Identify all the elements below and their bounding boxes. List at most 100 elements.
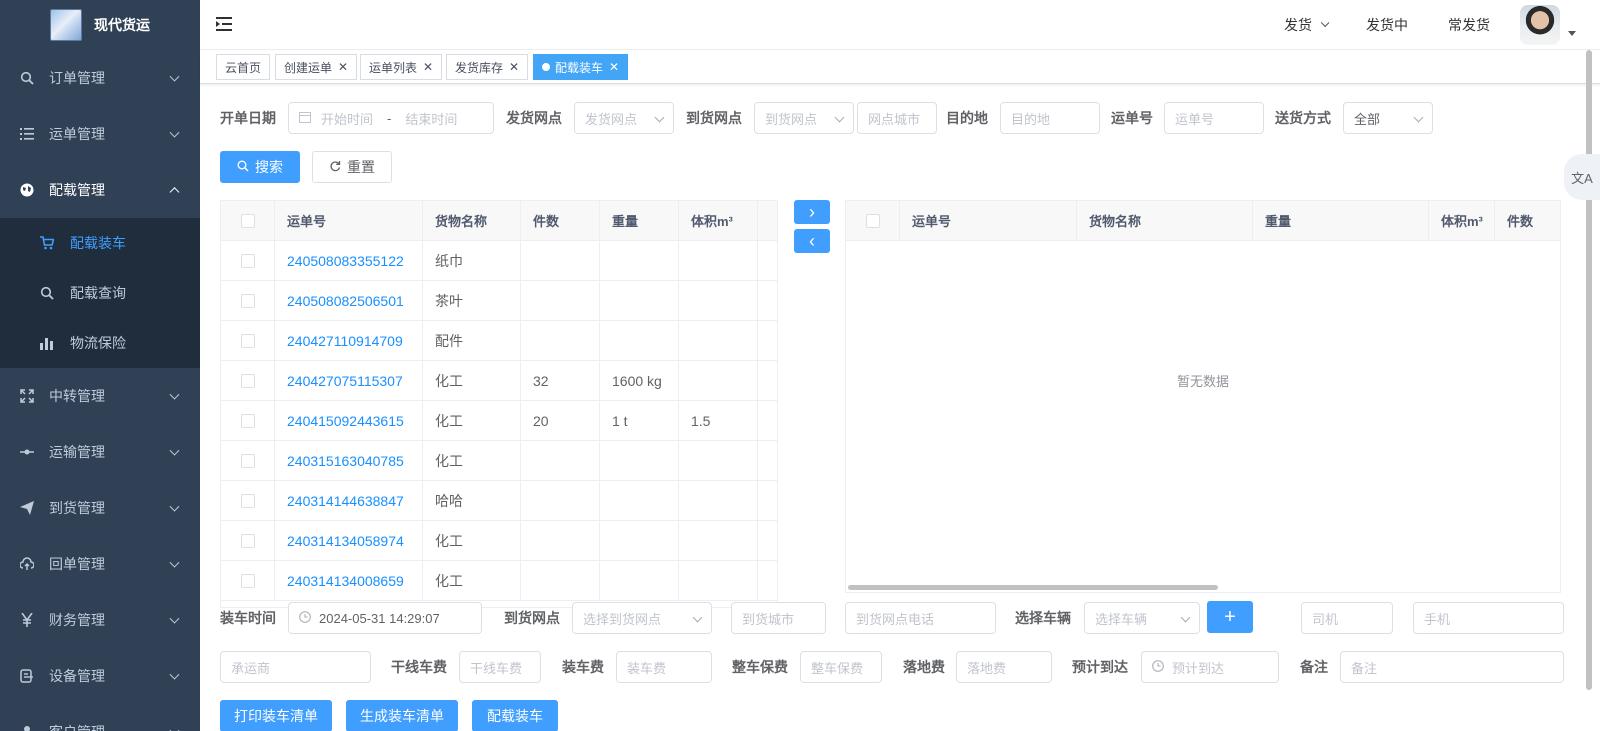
cell-weight: 1 t bbox=[600, 401, 679, 440]
sidebar-item-arrival[interactable]: 到货管理 bbox=[0, 480, 200, 536]
move-right-button[interactable]: › bbox=[794, 200, 830, 224]
arrive-phone-input[interactable]: 到货网点电话 bbox=[845, 602, 996, 634]
tag-label: 发货库存 bbox=[455, 60, 504, 75]
eta-picker[interactable]: 预计到达 bbox=[1141, 651, 1279, 683]
table-row[interactable]: 240314134058974 化工 bbox=[221, 521, 777, 561]
avatar[interactable] bbox=[1520, 5, 1560, 45]
tag-stowage-loading[interactable]: 配载装车 ✕ bbox=[533, 54, 629, 80]
send-point-select[interactable]: 发货网点 bbox=[574, 102, 674, 134]
landing-fee-input[interactable]: 落地费 bbox=[956, 651, 1052, 683]
hamburger-icon[interactable] bbox=[216, 16, 234, 32]
sidebar-item-orders[interactable]: 订单管理 bbox=[0, 50, 200, 106]
reset-button[interactable]: 重置 bbox=[312, 151, 392, 183]
waybill-input[interactable]: 运单号 bbox=[1164, 102, 1264, 134]
search-icon bbox=[237, 159, 249, 175]
sidebar-item-stowage[interactable]: 配载管理 bbox=[0, 162, 200, 218]
table-row[interactable]: 240427110914709 配件 bbox=[221, 321, 777, 361]
cell-count: 20 bbox=[521, 401, 600, 440]
row-checkbox[interactable] bbox=[241, 533, 255, 548]
waybill-link[interactable]: 240315163040785 bbox=[287, 453, 404, 469]
waybill-link[interactable]: 240314134008659 bbox=[287, 573, 404, 589]
row-checkbox[interactable] bbox=[241, 493, 255, 508]
row-checkbox[interactable] bbox=[241, 333, 255, 348]
expand-icon bbox=[20, 389, 34, 403]
table-row[interactable]: 240508082506501 茶叶 bbox=[221, 281, 777, 321]
page-vertical-scrollbar[interactable] bbox=[1586, 50, 1592, 690]
stowage-load-button[interactable]: 配载装车 bbox=[472, 700, 558, 731]
horizontal-scrollbar[interactable] bbox=[848, 585, 1218, 590]
nav-link-label: 发货中 bbox=[1366, 17, 1408, 33]
add-vehicle-button[interactable]: + bbox=[1207, 601, 1253, 633]
load-fee-input[interactable]: 装车费 bbox=[616, 651, 712, 683]
sidebar-item-transport[interactable]: 运输管理 bbox=[0, 424, 200, 480]
vehicle-select[interactable]: 选择车辆 bbox=[1084, 602, 1200, 634]
trunk-fee-input[interactable]: 干线车费 bbox=[459, 651, 541, 683]
sidebar-item-stowage-query[interactable]: 配载查询 bbox=[0, 268, 200, 318]
waybill-link[interactable]: 240314144638847 bbox=[287, 493, 404, 509]
select-all-checkbox[interactable] bbox=[866, 213, 880, 228]
table-row[interactable]: 240314144638847 哈哈 bbox=[221, 481, 777, 521]
row-checkbox[interactable] bbox=[241, 293, 255, 308]
sidebar-item-stowage-loading[interactable]: 配载装车 bbox=[0, 218, 200, 268]
move-left-button[interactable]: ‹ bbox=[794, 229, 830, 253]
print-load-list-button[interactable]: 打印装车清单 bbox=[220, 700, 332, 731]
nav-link-sending[interactable]: 发货中 bbox=[1366, 15, 1408, 35]
waybill-link[interactable]: 240415092443615 bbox=[287, 413, 404, 429]
table-row[interactable]: 240415092443615 化工 20 1 t 1.5 bbox=[221, 401, 777, 441]
waybill-link[interactable]: 240427075115307 bbox=[287, 373, 403, 389]
search-button[interactable]: 搜索 bbox=[220, 151, 300, 183]
caret-down-icon[interactable] bbox=[1568, 30, 1576, 36]
load-time-picker[interactable]: 2024-05-31 14:29:07 bbox=[288, 602, 482, 634]
tag-stock[interactable]: 发货库存 ✕ bbox=[446, 54, 529, 80]
sidebar-item-finance[interactable]: 财务管理 bbox=[0, 592, 200, 648]
sidebar-item-customers[interactable]: 客户管理 bbox=[0, 704, 200, 731]
translate-label: 文A bbox=[1571, 170, 1593, 186]
row-checkbox[interactable] bbox=[241, 453, 255, 468]
close-icon[interactable]: ✕ bbox=[609, 60, 619, 74]
close-icon[interactable]: ✕ bbox=[423, 60, 433, 74]
mobile-input[interactable]: 手机 bbox=[1413, 602, 1564, 634]
sidebar-item-receipts[interactable]: 回单管理 bbox=[0, 536, 200, 592]
logo-image bbox=[50, 9, 82, 41]
row-checkbox[interactable] bbox=[241, 253, 255, 268]
user-icon bbox=[20, 725, 34, 731]
remark-input[interactable]: 备注 bbox=[1340, 651, 1564, 683]
dest-input[interactable]: 目的地 bbox=[1000, 102, 1100, 134]
close-icon[interactable]: ✕ bbox=[509, 60, 519, 74]
tag-create-waybill[interactable]: 创建运单 ✕ bbox=[275, 54, 358, 80]
delivery-select[interactable]: 全部 bbox=[1343, 102, 1433, 134]
table-row[interactable]: 240427075115307 化工 32 1600 kg bbox=[221, 361, 777, 401]
tag-home[interactable]: 云首页 bbox=[216, 54, 271, 80]
tag-waybill-list[interactable]: 运单列表 ✕ bbox=[360, 54, 443, 80]
load-arrive-point-select[interactable]: 选择到货网点 bbox=[572, 602, 712, 634]
waybill-link[interactable]: 240508082506501 bbox=[287, 293, 404, 309]
cell-volume: 1.5 bbox=[679, 401, 758, 440]
row-checkbox[interactable] bbox=[241, 413, 255, 428]
sidebar-item-devices[interactable]: 设备管理 bbox=[0, 648, 200, 704]
date-range-picker[interactable]: 开始时间 - 结束时间 bbox=[288, 102, 494, 134]
arrive-point-select[interactable]: 到货网点 bbox=[754, 102, 854, 134]
carrier-input[interactable]: 承运商 bbox=[220, 651, 371, 683]
insurance-input[interactable]: 整车保费 bbox=[800, 651, 882, 683]
table-row[interactable]: 240314134008659 化工 bbox=[221, 561, 777, 601]
table-row[interactable]: 240508083355122 纸巾 bbox=[221, 241, 777, 281]
select-all-checkbox[interactable] bbox=[241, 213, 255, 228]
driver-input[interactable]: 司机 bbox=[1301, 602, 1393, 634]
nav-link-frequent[interactable]: 常发货 bbox=[1448, 15, 1490, 35]
point-city-input[interactable]: 网点城市 bbox=[857, 102, 937, 134]
waybill-link[interactable]: 240508083355122 bbox=[287, 253, 404, 269]
table-row[interactable]: 240315163040785 化工 bbox=[221, 441, 777, 481]
translate-icon[interactable]: 文A bbox=[1564, 154, 1600, 200]
generate-load-list-button[interactable]: 生成装车清单 bbox=[346, 700, 458, 731]
sidebar-item-logistics-insurance[interactable]: 物流保险 bbox=[0, 318, 200, 368]
waybill-link[interactable]: 240427110914709 bbox=[287, 333, 403, 349]
logo[interactable]: 现代货运 bbox=[0, 0, 200, 50]
sidebar-item-transit[interactable]: 中转管理 bbox=[0, 368, 200, 424]
close-icon[interactable]: ✕ bbox=[338, 60, 348, 74]
arrive-city-input[interactable]: 到货城市 bbox=[731, 602, 826, 634]
row-checkbox[interactable] bbox=[241, 373, 255, 388]
nav-link-send[interactable]: 发货 bbox=[1284, 15, 1330, 35]
row-checkbox[interactable] bbox=[241, 573, 255, 588]
waybill-link[interactable]: 240314134058974 bbox=[287, 533, 404, 549]
sidebar-item-waybills[interactable]: 运单管理 bbox=[0, 106, 200, 162]
